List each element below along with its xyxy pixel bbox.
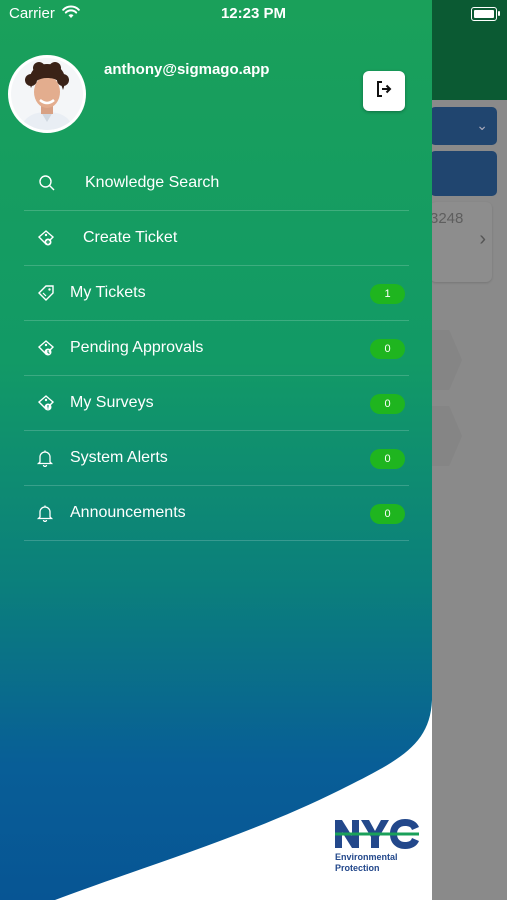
nyc-logo-mark	[335, 819, 419, 849]
logout-icon	[375, 80, 393, 103]
navigation-drawer: anthony@sigmago.app Knowledge Search Cre…	[0, 0, 432, 900]
logo-line: Protection	[335, 863, 380, 873]
count-badge: 0	[370, 449, 405, 469]
ticket-pending-icon	[36, 339, 66, 357]
menu-item-knowledge-search[interactable]: Knowledge Search	[24, 156, 409, 211]
menu-item-system-alerts[interactable]: System Alerts 0	[24, 431, 409, 486]
menu-item-announcements[interactable]: Announcements 0	[24, 486, 409, 541]
menu-item-label: Create Ticket	[83, 229, 178, 246]
logout-button[interactable]	[363, 71, 405, 111]
menu-item-label: My Tickets	[70, 284, 146, 301]
search-icon	[38, 174, 68, 192]
avatar[interactable]	[8, 55, 86, 133]
ticket-card[interactable]: 3248 ›	[430, 202, 492, 282]
menu-item-label: Pending Approvals	[70, 339, 204, 356]
ticket-add-icon	[36, 229, 66, 247]
chevron-down-icon: ⌄	[476, 117, 488, 133]
user-email: anthony@sigmago.app	[104, 61, 270, 78]
tile[interactable]	[430, 330, 462, 390]
bell-icon	[36, 504, 66, 522]
chevron-right-icon: ›	[479, 228, 486, 250]
ticket-survey-icon	[36, 394, 66, 412]
nyc-dep-logo: Environmental Protection	[333, 818, 423, 878]
ticket-number: 3248	[430, 210, 464, 227]
battery-icon	[471, 7, 500, 21]
count-badge: 0	[370, 394, 405, 414]
menu-item-label: Announcements	[70, 504, 186, 521]
tag-icon	[36, 284, 66, 302]
menu-item-pending-approvals[interactable]: Pending Approvals 0	[24, 321, 409, 376]
logo-text: Environmental Protection	[335, 852, 398, 874]
logo-line: Environmental	[335, 852, 398, 862]
count-badge: 1	[370, 284, 405, 304]
menu-item-my-tickets[interactable]: My Tickets 1	[24, 266, 409, 321]
menu-item-create-ticket[interactable]: Create Ticket	[24, 211, 409, 266]
count-badge: 0	[370, 504, 405, 524]
clock: 12:23 PM	[220, 5, 287, 22]
bell-icon	[36, 449, 66, 467]
dropdown-select[interactable]: ⌄	[430, 107, 497, 145]
drawer-menu: Knowledge Search Create Ticket My Ticket…	[24, 156, 409, 541]
menu-item-label: System Alerts	[70, 449, 168, 466]
menu-item-label: My Surveys	[70, 394, 154, 411]
action-button[interactable]	[430, 151, 497, 196]
menu-item-my-surveys[interactable]: My Surveys 0	[24, 376, 409, 431]
tile[interactable]	[430, 406, 462, 466]
status-bar: Carrier 12:23 PM	[0, 0, 507, 28]
menu-item-label: Knowledge Search	[85, 174, 220, 191]
count-badge: 0	[370, 339, 405, 359]
